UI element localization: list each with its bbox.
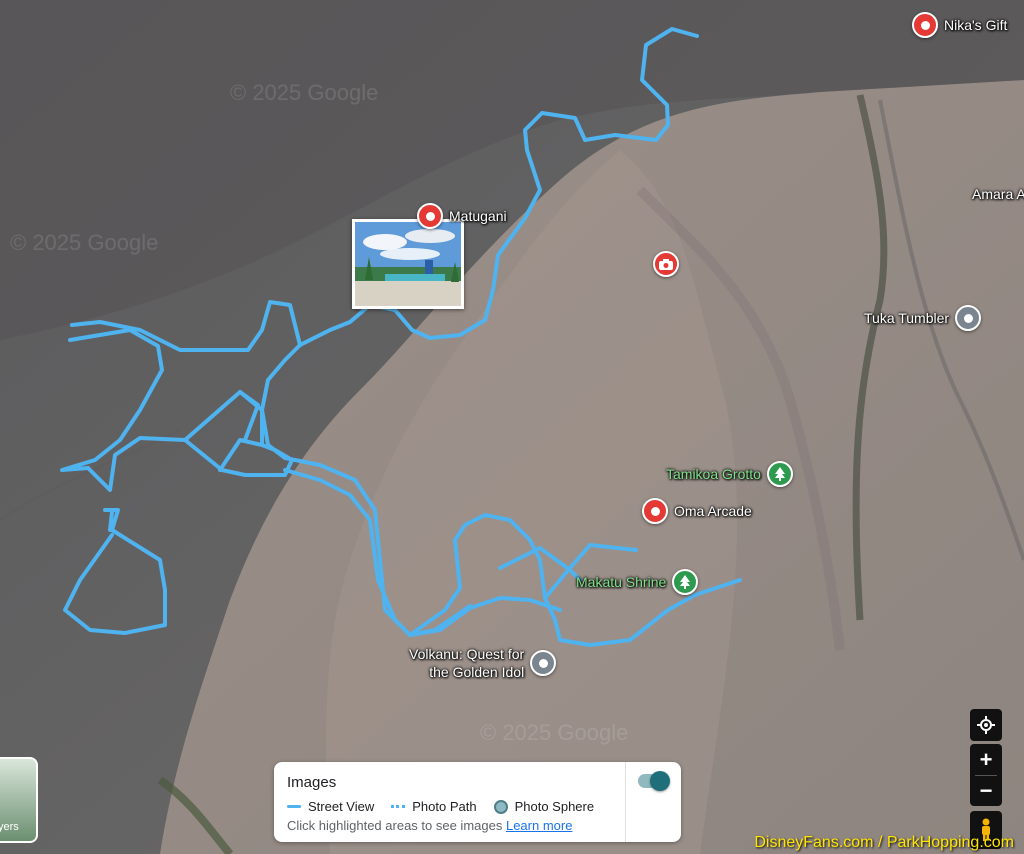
grey-location-pin-icon: [530, 650, 557, 676]
red-location-pin-icon: [912, 12, 938, 38]
layers-button[interactable]: yers: [0, 757, 38, 843]
learn-more-link[interactable]: Learn more: [506, 818, 572, 833]
zoom-in-button[interactable]: +: [980, 745, 993, 775]
photo-preview-image: [355, 222, 461, 306]
place-label: Tamikoa Grotto: [666, 466, 761, 482]
grey-location-pin-icon: [955, 305, 982, 331]
red-camera-pin-icon: [653, 251, 679, 277]
place-label: Tuka Tumbler: [864, 310, 950, 326]
legend-photo-path-label: Photo Path: [412, 799, 477, 814]
satellite-map[interactable]: © 2025 Google © 2025 Google © 2025 Google: [0, 0, 1024, 854]
red-location-pin-icon: [417, 203, 443, 229]
place-matugani[interactable]: Matugani: [417, 203, 507, 229]
place-label: Makatu Shrine: [576, 574, 667, 590]
images-legend-card: Images Street View Photo Path Photo Sphe…: [274, 762, 681, 842]
legend-street-view-label: Street View: [308, 799, 375, 814]
legend-divider: [625, 762, 626, 842]
zoom-controls: + −: [970, 744, 1002, 806]
place-label: Amara A: [972, 186, 1024, 202]
place-tamikoa-grotto[interactable]: Tamikoa Grotto: [666, 461, 793, 487]
images-toggle[interactable]: [638, 771, 670, 791]
map-copyright-mark: © 2025 Google: [230, 80, 378, 105]
my-location-button[interactable]: [970, 709, 1002, 741]
photo-path-dashed-icon: [391, 805, 406, 808]
map-copyright-mark: © 2025 Google: [10, 230, 158, 255]
place-oma-arcade[interactable]: Oma Arcade: [642, 498, 752, 524]
legend-hint-text: Click highlighted areas to see images: [287, 818, 503, 833]
red-location-pin-icon: [642, 498, 668, 524]
place-nikas-gift[interactable]: Nika's Gift: [912, 12, 1007, 38]
green-tree-pin-icon: [672, 569, 699, 595]
toggle-knob: [650, 771, 670, 791]
street-view-thumbnail[interactable]: [352, 219, 464, 309]
place-label: Nika's Gift: [944, 17, 1008, 33]
legend-title: Images: [287, 774, 337, 791]
site-watermark: DisneyFans.com / ParkHopping.com: [754, 834, 1014, 851]
street-view-path: [108, 510, 114, 532]
my-location-icon: [977, 716, 995, 734]
layers-label: yers: [0, 821, 19, 833]
legend-items: Street View Photo Path Photo Sphere: [287, 799, 594, 814]
zoom-out-button[interactable]: −: [980, 776, 993, 806]
map-copyright-mark: © 2025 Google: [480, 720, 628, 745]
place-label: Oma Arcade: [674, 503, 752, 519]
place-volkanu[interactable]: Volkanu: Quest for the Golden Idol: [409, 645, 557, 681]
place-label-line2: the Golden Idol: [429, 664, 525, 680]
place-photo-marker[interactable]: [653, 251, 679, 277]
legend-photo-sphere-label: Photo Sphere: [514, 799, 595, 814]
place-amara[interactable]: Amara A: [972, 186, 1024, 202]
place-makatu-shrine[interactable]: Makatu Shrine: [576, 569, 699, 595]
place-label: Volkanu: Quest for the Golden Idol: [409, 645, 524, 681]
place-tuka-tumbler[interactable]: Tuka Tumbler: [864, 305, 982, 331]
photo-sphere-dot-icon: [493, 799, 508, 814]
street-view-line-icon: [287, 805, 301, 808]
place-label: Matugani: [449, 208, 507, 224]
legend-hint: Click highlighted areas to see images Le…: [287, 818, 572, 833]
green-tree-pin-icon: [766, 461, 793, 487]
place-label-line1: Volkanu: Quest for: [409, 646, 525, 662]
